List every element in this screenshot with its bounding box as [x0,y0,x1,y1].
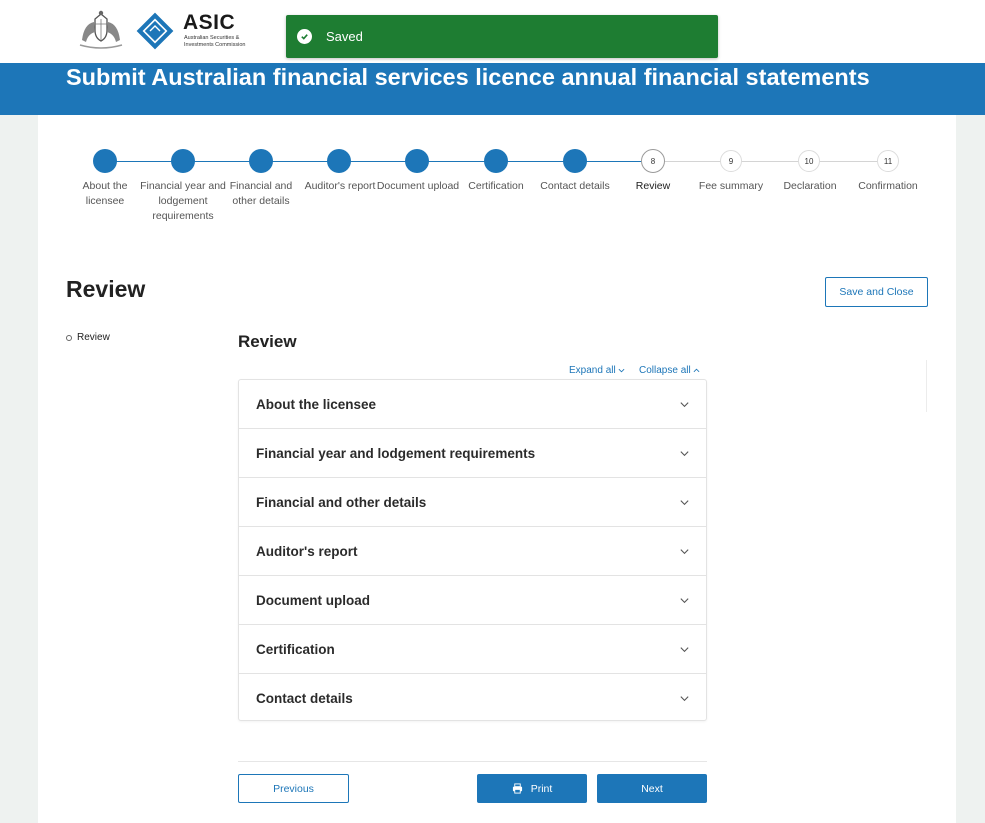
chevron-up-icon [694,368,700,373]
step-8-label: Review [635,180,671,192]
step-5-label: Document upload [376,180,460,192]
step-6-label: Certification [468,180,524,192]
step-7-marker [563,149,587,173]
accordion-item-label: Financial and other details [256,494,427,510]
banner-title: Submit Australian financial services lic… [66,64,870,90]
accordion-item-label: Document upload [256,592,370,608]
step-9-marker: 9 [720,150,742,172]
accordion-item-label: About the licensee [256,396,377,412]
print-button[interactable]: Print [477,774,587,803]
chevron-down-icon [680,402,689,408]
step-1-label: About the licensee [82,180,128,207]
check-circle-icon [297,29,312,44]
review-accordion: About the licensee Financial year and lo… [238,379,707,721]
saved-toast: Saved [286,15,718,58]
next-button[interactable]: Next [597,774,707,803]
logo-subtitle: Australian Securities & Investments Comm… [184,35,246,48]
step-1-marker [93,149,117,173]
chevron-down-icon [680,549,689,555]
expand-all-label: Expand all [569,365,616,376]
chevron-down-icon [680,598,689,604]
printer-icon [512,783,522,794]
collapse-all-link[interactable]: Collapse all [639,365,700,376]
step-5-marker [405,149,429,173]
toast-message: Saved [326,29,363,44]
step-9-label: Fee summary [698,180,764,192]
chevron-down-icon [680,451,689,457]
step-4-label: Auditor's report [304,180,376,192]
step-2-marker [171,149,195,173]
step-10-marker: 10 [798,150,820,172]
chevron-down-icon [680,647,689,653]
page-title: Review [66,276,146,302]
step-3-label: Financial and other details [229,180,293,207]
accordion-item-financial-year[interactable]: Financial year and lodgement requirement… [239,429,706,478]
print-label: Print [530,782,553,795]
step-2-label: Financial year and lodgement requirement… [140,180,226,222]
footer-divider [238,761,707,762]
accordion-item-about-the-licensee[interactable]: About the licensee [239,380,706,429]
side-nav-item-review[interactable]: Review [66,332,110,343]
section-title: Review [238,332,297,351]
accordion-item-label: Auditor's report [256,543,358,559]
previous-button[interactable]: Previous [238,774,349,803]
asic-diamond-icon [136,12,174,50]
save-and-close-button[interactable]: Save and Close [825,277,928,307]
step-11-label: Confirmation [858,180,918,192]
accordion-item-contact-details[interactable]: Contact details [239,674,706,723]
step-4-marker [327,149,351,173]
accordion-item-label: Certification [256,641,335,657]
bullet-icon [66,334,72,341]
accordion-item-document-upload[interactable]: Document upload [239,576,706,625]
chevron-down-icon [680,696,689,702]
chevron-down-icon [680,500,689,506]
accordion-item-label: Financial year and lodgement requirement… [256,445,536,461]
stepper-remaining-line [665,161,888,162]
divider [926,360,927,412]
step-3-marker [249,149,273,173]
accordion-item-label: Contact details [256,691,353,706]
expand-all-link[interactable]: Expand all [569,365,625,376]
side-nav-label: Review [77,332,110,343]
accordion-item-financial-and-other-details[interactable]: Financial and other details [239,478,706,527]
step-8-marker: 8 [641,149,665,173]
page-banner: Submit Australian financial services lic… [0,63,985,115]
step-10-label: Declaration [783,180,837,192]
coat-of-arms-icon [79,10,123,49]
accordion-item-certification[interactable]: Certification [239,625,706,674]
logo-name: ASIC [183,11,236,34]
step-7-label: Contact details [540,180,610,192]
accordion-item-auditors-report[interactable]: Auditor's report [239,527,706,576]
collapse-all-label: Collapse all [639,365,691,376]
step-6-marker [484,149,508,173]
step-11-marker: 11 [877,150,899,172]
chevron-down-icon [619,368,625,373]
